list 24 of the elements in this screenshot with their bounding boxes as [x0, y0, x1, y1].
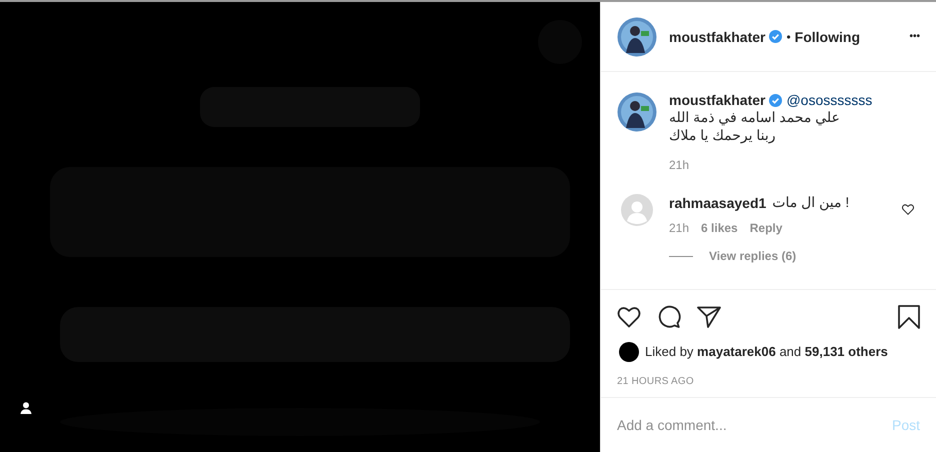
share-arrow-icon[interactable]	[697, 306, 721, 328]
bookmark-icon[interactable]	[898, 305, 920, 329]
like-heart-icon[interactable]	[902, 204, 914, 216]
liked-by-text: Liked by mayatarek06 and 59,131 others	[645, 344, 888, 360]
following-button[interactable]: Following	[794, 28, 860, 45]
like-heart-icon[interactable]	[617, 306, 641, 328]
separator-dot: •	[786, 30, 791, 44]
caption-text: ربنا يرحمك يا ملاك	[669, 126, 776, 144]
user-tag-icon[interactable]	[20, 402, 32, 414]
liker-avatar-icon[interactable]	[619, 342, 639, 362]
username-link[interactable]: moustfakhater	[669, 92, 766, 108]
caption-text: علي محمد اسامه في ذمة الله	[669, 108, 840, 126]
username-link[interactable]: rahmaasayed1	[669, 194, 766, 211]
avatar-icon[interactable]	[617, 16, 657, 57]
mention-link[interactable]: @ososssssss	[786, 92, 872, 108]
more-options-button[interactable]: •••	[909, 31, 920, 42]
comment-bubble-icon[interactable]	[657, 305, 681, 329]
avatar-icon[interactable]	[617, 92, 657, 132]
likes-count: 6 likes	[701, 221, 738, 236]
comment-time: 21h	[669, 221, 690, 236]
username-link[interactable]: moustfakhater	[669, 28, 766, 45]
comment-time: 21h	[669, 158, 690, 172]
post-timestamp: 21 HOURS AGO	[616, 374, 695, 389]
comment-text: ! مين ال مات	[772, 194, 850, 212]
